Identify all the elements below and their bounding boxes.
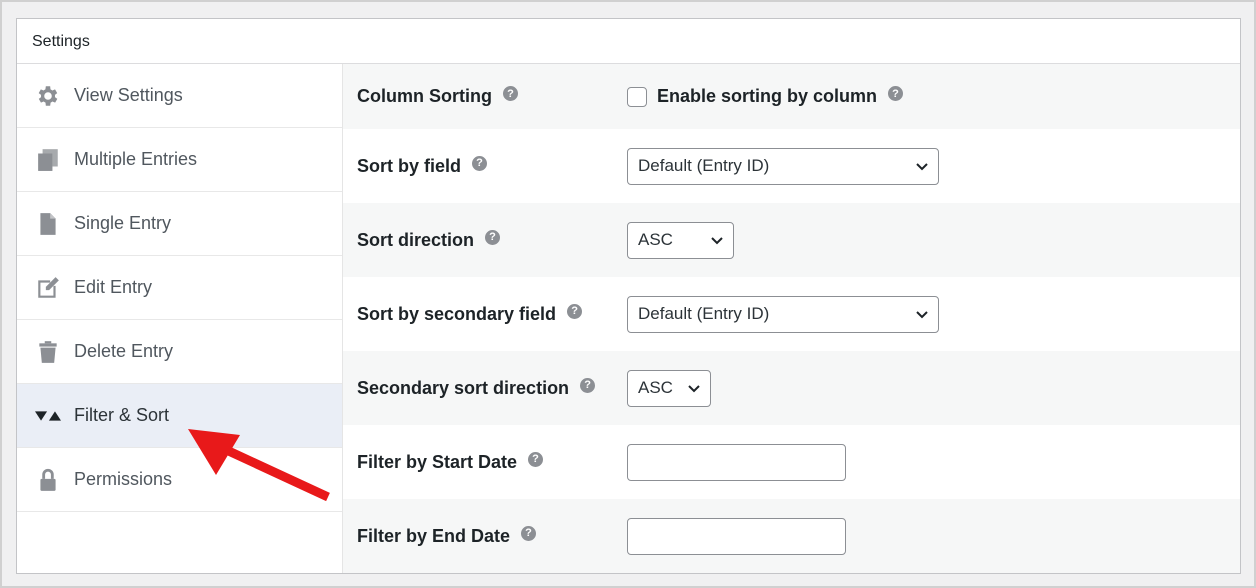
gear-icon (35, 83, 61, 109)
sidebar-item-view-settings[interactable]: View Settings (17, 64, 342, 128)
help-icon[interactable]: ? (502, 86, 518, 101)
sidebar-item-multiple-entries[interactable]: Multiple Entries (17, 128, 342, 192)
sidebar-item-label: View Settings (74, 85, 183, 105)
setting-row-sort-by-field: Sort by field ? Default (Entry ID) (343, 129, 1240, 203)
setting-row-filter-end-date: Filter by End Date ? (343, 499, 1240, 573)
sort-direction-select[interactable]: ASC (627, 221, 734, 259)
setting-label: Filter by End Date ? (357, 525, 537, 547)
help-icon[interactable]: ? (580, 377, 596, 393)
copy-icon (35, 147, 61, 173)
sidebar-item-label: Edit Entry (74, 277, 153, 297)
setting-label: Filter by Start Date ? (357, 451, 544, 473)
help-icon[interactable]: ? (567, 303, 583, 319)
help-icon[interactable]: ? (888, 86, 904, 101)
secondary-sort-direction-select[interactable]: ASC (627, 369, 711, 407)
setting-row-filter-start-date: Filter by Start Date ? (343, 425, 1240, 499)
enable-sorting-checkbox[interactable] (627, 86, 647, 107)
setting-label: Column Sorting ? (357, 86, 518, 107)
filter-sort-icon (35, 403, 61, 429)
help-icon[interactable]: ? (472, 155, 488, 171)
setting-label: Sort by field ? (357, 155, 488, 177)
setting-label: Secondary sort direction ? (357, 377, 596, 399)
sidebar-item-label: Permissions (74, 469, 173, 489)
sort-by-secondary-field-select[interactable]: Default (Entry ID) (627, 295, 939, 333)
setting-row-sort-direction: Sort direction ? ASC (343, 203, 1240, 277)
sidebar-item-label: Delete Entry (74, 341, 174, 361)
help-icon[interactable]: ? (521, 525, 537, 541)
panel-title: Settings (17, 19, 1240, 64)
column-sorting-checkbox-field: Enable sorting by column ? (627, 86, 904, 107)
sidebar-item-label: Multiple Entries (74, 149, 198, 169)
edit-icon (35, 275, 61, 301)
help-icon[interactable]: ? (528, 451, 544, 467)
setting-row-sort-by-secondary-field: Sort by secondary field ? Default (Entry… (343, 277, 1240, 351)
annotation-arrow (188, 429, 330, 502)
end-date-input[interactable] (627, 517, 846, 555)
settings-content: Column Sorting ? Enable sorting by colum… (343, 64, 1240, 573)
chevron-down-icon (916, 310, 928, 318)
sidebar-item-edit-entry[interactable]: Edit Entry (17, 256, 342, 320)
start-date-input[interactable] (627, 443, 846, 481)
trash-icon (35, 339, 61, 365)
sort-by-field-select[interactable]: Default (Entry ID) (627, 147, 939, 185)
setting-row-column-sorting: Column Sorting ? Enable sorting by colum… (343, 64, 1240, 129)
setting-label: Sort by secondary field ? (357, 303, 583, 325)
setting-row-secondary-sort-direction: Secondary sort direction ? ASC (343, 351, 1240, 425)
sidebar-item-single-entry[interactable]: Single Entry (17, 192, 342, 256)
chevron-down-icon (916, 162, 928, 170)
chevron-down-icon (688, 384, 700, 392)
setting-label: Sort direction ? (357, 229, 501, 251)
lock-icon (35, 467, 61, 493)
sidebar-item-label: Filter & Sort (74, 405, 170, 425)
help-icon[interactable]: ? (485, 229, 501, 245)
chevron-down-icon (711, 236, 723, 244)
document-icon (35, 211, 61, 237)
sidebar-item-label: Single Entry (74, 213, 172, 233)
sidebar-item-delete-entry[interactable]: Delete Entry (17, 320, 342, 384)
